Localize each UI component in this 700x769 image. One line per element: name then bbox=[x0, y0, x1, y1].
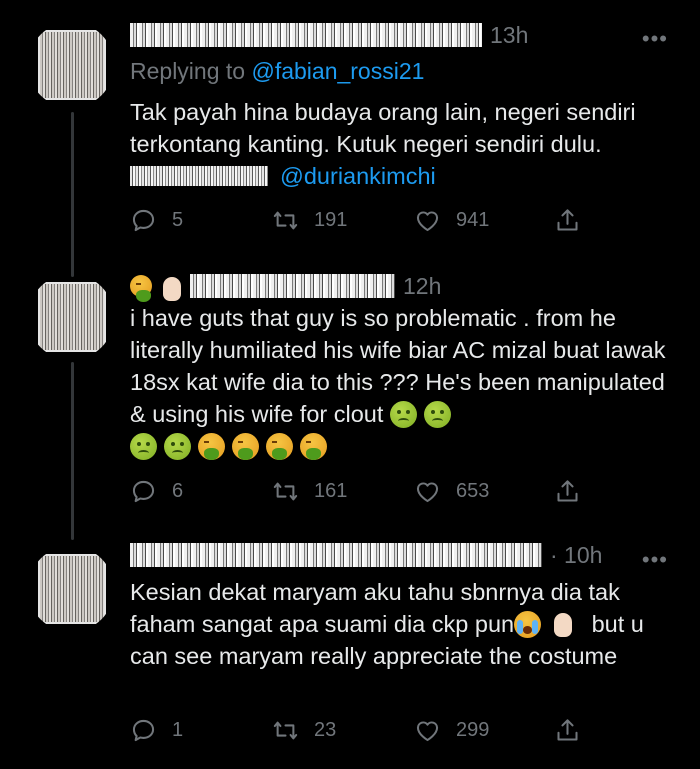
tweet[interactable]: 12h i have guts that guy is so problemat… bbox=[0, 262, 700, 532]
replying-to-label: Replying to bbox=[130, 58, 252, 84]
tweet-text: i have guts that guy is so problematic .… bbox=[130, 302, 678, 462]
raised-hand-emoji bbox=[548, 611, 578, 638]
retweet-button[interactable]: 23 bbox=[272, 717, 414, 744]
tweet-actions: 1 23 299 bbox=[130, 715, 600, 745]
like-count: 941 bbox=[456, 208, 490, 231]
timestamp[interactable]: 13h bbox=[490, 22, 528, 49]
heart-icon bbox=[416, 211, 439, 231]
avatar[interactable] bbox=[28, 546, 114, 632]
tweet-header: 12h bbox=[130, 271, 442, 302]
retweet-count: 191 bbox=[314, 208, 348, 231]
face-vomiting-emoji bbox=[266, 433, 293, 460]
tweet-text-part: Kesian dekat maryam aku tahu sbnrnya dia… bbox=[130, 579, 620, 637]
mention-link[interactable]: @duriankimchi bbox=[280, 163, 436, 189]
face-vomiting-emoji bbox=[198, 433, 225, 460]
tweet-header: · 10h bbox=[130, 540, 602, 570]
display-name-emojis bbox=[130, 275, 184, 302]
redacted-text bbox=[130, 166, 268, 186]
nauseated-face-emoji bbox=[164, 433, 191, 460]
tweet-text: Tak payah hina budaya orang lain, negeri… bbox=[130, 96, 678, 192]
more-options-icon[interactable]: ••• bbox=[642, 547, 668, 573]
loudly-crying-face-emoji bbox=[514, 611, 542, 638]
heart-icon bbox=[416, 482, 439, 502]
avatar[interactable] bbox=[28, 274, 114, 360]
face-emoji bbox=[130, 275, 152, 302]
face-vomiting-emoji bbox=[232, 433, 259, 460]
avatar[interactable] bbox=[28, 22, 114, 108]
like-button[interactable]: 299 bbox=[414, 717, 554, 744]
nauseated-face-emoji bbox=[130, 433, 157, 460]
tweet-header: 13h bbox=[130, 20, 528, 50]
retweet-icon bbox=[273, 482, 298, 500]
face-vomiting-emoji bbox=[300, 433, 327, 460]
tweet-actions: 6 161 653 bbox=[130, 476, 600, 506]
retweet-count: 23 bbox=[314, 718, 337, 741]
retweet-count: 161 bbox=[314, 479, 348, 502]
tweet[interactable]: · 10h ••• Kesian dekat maryam aku tahu s… bbox=[0, 532, 700, 769]
share-button[interactable] bbox=[554, 207, 581, 234]
reply-count: 6 bbox=[172, 479, 184, 502]
tweet-text-part: Tak payah hina budaya orang lain, negeri… bbox=[130, 99, 636, 157]
redacted-display-name[interactable] bbox=[130, 23, 482, 47]
share-icon bbox=[557, 208, 578, 231]
replying-to-handle[interactable]: @fabian_rossi21 bbox=[251, 58, 424, 84]
replying-to: Replying to @fabian_rossi21 bbox=[130, 58, 424, 85]
reply-count: 1 bbox=[172, 718, 184, 741]
share-icon bbox=[557, 479, 578, 502]
reply-icon bbox=[132, 719, 155, 741]
heart-emoji bbox=[157, 275, 181, 301]
redacted-display-name[interactable] bbox=[130, 543, 542, 567]
share-icon bbox=[557, 718, 578, 741]
nauseated-face-emoji bbox=[423, 401, 451, 428]
share-button[interactable] bbox=[554, 478, 581, 505]
more-options-icon[interactable]: ••• bbox=[642, 26, 668, 52]
timestamp[interactable]: · 10h bbox=[550, 542, 602, 569]
retweet-button[interactable]: 161 bbox=[272, 478, 414, 505]
heart-icon bbox=[416, 721, 439, 741]
retweet-icon bbox=[273, 211, 298, 229]
nauseated-face-emoji bbox=[389, 401, 417, 428]
reply-icon bbox=[132, 480, 155, 502]
retweet-icon bbox=[273, 721, 298, 739]
tweet[interactable]: 13h ••• Replying to @fabian_rossi21 Tak … bbox=[0, 0, 700, 262]
reply-icon bbox=[132, 209, 155, 231]
tweet-text: Kesian dekat maryam aku tahu sbnrnya dia… bbox=[130, 576, 678, 672]
like-button[interactable]: 653 bbox=[414, 478, 554, 505]
redacted-display-name[interactable] bbox=[190, 274, 395, 298]
reply-button[interactable]: 6 bbox=[130, 478, 272, 505]
reply-button[interactable]: 5 bbox=[130, 207, 272, 234]
like-button[interactable]: 941 bbox=[414, 207, 554, 234]
tweet-actions: 5 191 941 bbox=[130, 205, 600, 235]
retweet-button[interactable]: 191 bbox=[272, 207, 414, 234]
like-count: 299 bbox=[456, 718, 490, 741]
reply-count: 5 bbox=[172, 208, 184, 231]
like-count: 653 bbox=[456, 479, 490, 502]
timestamp: 12h bbox=[403, 272, 442, 299]
share-button[interactable] bbox=[554, 717, 581, 744]
reply-button[interactable]: 1 bbox=[130, 717, 272, 744]
